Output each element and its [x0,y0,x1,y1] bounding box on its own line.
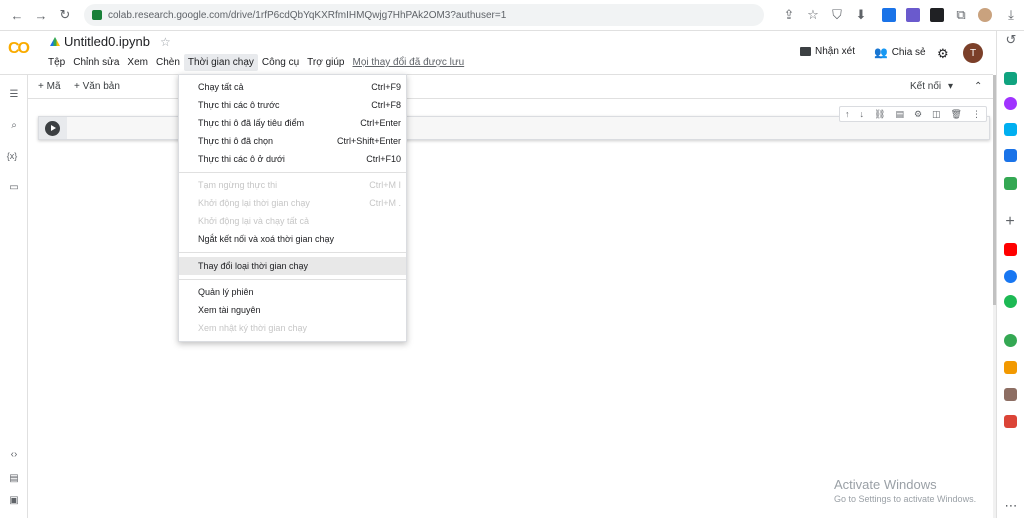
delete-icon[interactable]: 🗑 [951,109,962,120]
code-snippets-icon[interactable]: ‹› [8,449,20,461]
share-button[interactable]: 👥 Chia sẻ [874,46,926,59]
avatar[interactable]: T [963,43,983,63]
collapse-header-icon[interactable]: ⌃ [974,81,982,92]
menu-run-selected[interactable]: Thực thi ô đã chọn Ctrl+Shift+Enter [179,132,406,150]
left-rail: ☰ ⌕ {x} ▭ ‹› ▤ ▣ [0,75,28,518]
facebook-icon[interactable] [1004,270,1017,283]
menu-edit[interactable]: Chỉnh sửa [69,54,123,71]
mirror-icon[interactable]: ◫ [932,109,941,120]
reload-icon[interactable]: ↻ [56,6,74,24]
back-icon[interactable]: ← [8,6,26,24]
forward-icon[interactable]: → [32,6,50,24]
link-icon[interactable]: ⛓ [874,109,885,120]
messenger-icon[interactable] [1004,97,1017,110]
menu-manage-sessions[interactable]: Quản lý phiên [179,283,406,301]
drive-icon [50,37,60,46]
more-icon[interactable]: ⋯ [1002,497,1020,515]
comment-button[interactable]: Nhận xét [800,46,855,57]
settings-gear-icon[interactable]: ⚙ [937,46,949,62]
watermark-subtitle: Go to Settings to activate Windows. [834,494,977,504]
colab-logo: CO [8,40,30,57]
puzzle-icon[interactable]: ⧉ [952,6,970,24]
url-text: colab.research.google.com/drive/1rfP6cdQ… [108,9,507,21]
connect-dropdown-icon[interactable]: ▾ [948,81,953,92]
menu-help[interactable]: Trợ giúp [303,54,348,71]
extension-icon[interactable] [930,8,944,22]
move-down-icon[interactable]: ↓ [860,109,865,119]
address-bar[interactable]: colab.research.google.com/drive/1rfP6cdQ… [84,4,764,26]
menu-separator [179,252,406,253]
menu-change-runtime-type[interactable]: Thay đổi loại thời gian chạy [179,257,406,275]
menu-run-before[interactable]: Thực thi các ô trước Ctrl+F8 [179,96,406,114]
bookmark-star-icon[interactable]: ☆ [804,6,822,24]
menu-interrupt: Tạm ngừng thực thi Ctrl+M I [198,180,401,190]
menu-restart-run-all: Khởi động lại và chạy tất cả [198,216,309,226]
share-page-icon[interactable]: ⇪ [780,6,798,24]
notebook-name[interactable]: Untitled0.ipynb [64,34,150,49]
shield-icon[interactable]: ⛉ [828,6,846,24]
menu-separator [179,172,406,173]
extension-icon[interactable] [1004,388,1017,401]
gamepad-icon[interactable] [1004,177,1017,190]
command-palette-icon[interactable]: ▤ [8,473,20,485]
terminal-icon[interactable]: ▣ [8,495,20,507]
menu-view-runtime-logs: Xem nhật ký thời gian chạy [198,323,307,333]
connect-button[interactable]: Kết nối [910,81,941,92]
notebook-toolbar: + Mã + Văn bản Kết nối ▾ ⌃ [28,75,993,99]
cell-toolbar: ↑ ↓ ⛓ ▤ ⚙ ◫ 🗑 ⋮ [839,106,987,122]
browser-toolbar: ← → ↻ colab.research.google.com/drive/1r… [0,0,1024,31]
extension-icon[interactable] [882,8,896,22]
comment-icon [800,47,811,56]
notebook-title[interactable]: Untitled0.ipynb ☆ [50,34,171,49]
add-code-button[interactable]: + Mã [38,81,61,92]
menu-run-all[interactable]: Chạy tất cả Ctrl+F9 [179,78,406,96]
last-edit-link[interactable]: Mọi thay đổi đã được lưu [348,54,468,71]
windows-activation-watermark: Activate Windows Go to Settings to activ… [834,477,976,504]
add-icon[interactable]: + [1001,213,1019,231]
run-cell-button[interactable] [45,121,60,136]
add-text-button[interactable]: + Văn bản [74,81,120,92]
menu-view-resources[interactable]: Xem tài nguyên [179,301,406,319]
menu-run-focused[interactable]: Thực thi ô đã lấy tiêu điểm Ctrl+Enter [179,114,406,132]
menu-insert[interactable]: Chèn [152,54,184,71]
history-icon[interactable]: ↺ [1002,31,1020,49]
variables-icon[interactable]: {x} [6,151,18,163]
settings-gear-icon[interactable]: ⚙ [914,109,922,120]
todoist-icon[interactable] [1004,415,1017,428]
profile-icon[interactable] [978,8,992,22]
spotify-icon[interactable] [1004,295,1017,308]
lock-icon [92,10,102,20]
folder-icon[interactable]: ▭ [8,182,20,194]
comment-icon[interactable]: ▤ [895,109,904,120]
extension-icon[interactable] [1004,361,1017,374]
menu-disconnect-delete[interactable]: Ngắt kết nối và xoá thời gian chạy [179,230,406,248]
menu-view[interactable]: Xem [123,54,152,71]
search-icon[interactable]: ⌕ [8,120,20,132]
menu-tools[interactable]: Công cụ [258,54,303,71]
extension-icon[interactable] [906,8,920,22]
download-icon[interactable]: ⤓ [1002,6,1020,24]
star-icon[interactable]: ☆ [160,35,171,49]
menu-separator [179,279,406,280]
menu-runtime[interactable]: Thời gian chạy [183,54,258,71]
toc-icon[interactable]: ☰ [8,89,20,101]
browser-side-panel: ↺ + ⋯ [996,31,1024,518]
menu-bar: Tệp Chỉnh sửa Xem Chèn Thời gian chạy Cô… [44,54,468,71]
download-ext-icon[interactable]: ⬇ [852,6,870,24]
skype-icon[interactable] [1004,123,1017,136]
youtube-icon[interactable] [1004,243,1017,256]
extension-icon[interactable] [1004,149,1017,162]
menu-run-after[interactable]: Thực thi các ô ở dưới Ctrl+F10 [179,150,406,168]
menu-restart: Khởi động lại thời gian chạy Ctrl+M . [198,198,401,208]
ai-extension-icon[interactable] [1004,72,1017,85]
runtime-menu: Chạy tất cả Ctrl+F9 Thực thi các ô trước C… [178,74,407,342]
extension-icon[interactable] [1004,334,1017,347]
move-up-icon[interactable]: ↑ [845,109,850,119]
watermark-title: Activate Windows [834,477,937,492]
menu-file[interactable]: Tệp [44,54,69,71]
people-icon: 👥 [874,47,888,59]
more-icon[interactable]: ⋮ [972,109,981,120]
colab-header: CO Untitled0.ipynb ☆ Tệp Chỉnh sửa Xem C… [0,31,993,75]
